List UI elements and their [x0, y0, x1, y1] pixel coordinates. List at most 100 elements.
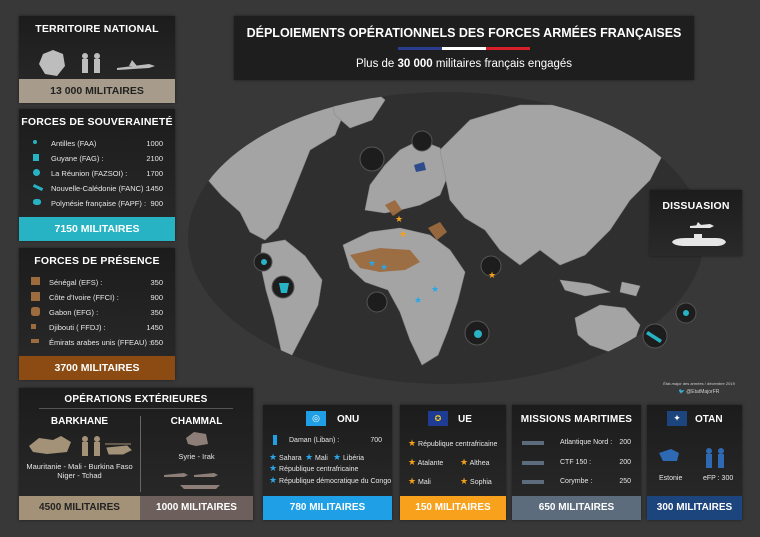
subtitle-strong: 30 000: [397, 58, 433, 70]
subtitle-suffix: militaires français engagés: [432, 58, 573, 70]
barkhane-section: BARKHANE Mauritanie - Mali - Burkina Fas…: [19, 410, 140, 520]
row-label: CTF 150 :: [560, 459, 592, 466]
barkhane-countries: Mauritanie - Mali - Burkina Faso Niger -…: [19, 462, 140, 480]
list-item: ★ Sahara ★ Mali ★ Libéria: [269, 452, 394, 463]
country-icon: [31, 277, 40, 285]
header-panel: DÉPLOIEMENTS OPÉRATIONNELS DES FORCES AR…: [234, 16, 694, 80]
barkhane-countries-line2: Niger - Tchad: [57, 471, 102, 480]
jet-icon: [164, 473, 188, 477]
onu-item: République centrafricaine: [279, 466, 359, 473]
svg-text:★: ★: [431, 285, 439, 295]
otan-title: OTAN: [695, 414, 723, 425]
list-item: ★ Sophia: [460, 476, 492, 487]
ship-icon: [522, 441, 544, 445]
maritimes-title: MISSIONS MARITIMES: [520, 414, 633, 425]
country-icon: [31, 339, 39, 343]
chammal-countries: Syrie - Irak: [178, 452, 215, 461]
list-item: ★ Atalante: [408, 457, 443, 468]
svg-text:★: ★: [368, 259, 376, 269]
page-title: DÉPLOIEMENTS OPÉRATIONNELS DES FORCES AR…: [246, 26, 682, 40]
otan-illustration: [659, 448, 724, 468]
jet-icon: [117, 60, 155, 70]
country-icon: [31, 292, 40, 301]
row-label: Atlantique Nord :: [560, 439, 613, 446]
france-map-icon: [39, 50, 65, 76]
chammal-section: CHAMMAL Syrie - Irak 1000 MILITAIRES: [140, 410, 253, 520]
onu-title: ONU: [337, 414, 360, 425]
row-value: 900: [150, 293, 163, 302]
operations-divider: [39, 408, 233, 409]
un-star-icon: ★: [269, 452, 278, 462]
eu-flag-icon: ✪: [428, 411, 448, 426]
row-label: Antilles (FAA): [51, 139, 97, 148]
soldier-icon: [706, 448, 724, 468]
ue-item: Atalante: [417, 460, 444, 467]
chammal-total: 1000 MILITAIRES: [140, 496, 253, 520]
ship-icon: [522, 480, 544, 484]
row-label: Djibouti ( FFDJ) :: [49, 323, 106, 332]
onu-item: Mali: [315, 455, 328, 462]
estonia-map-icon: [659, 449, 679, 461]
presence-panel: FORCES DE PRÉSENCE Sénégal (EFS) : 350 Cô…: [19, 248, 175, 380]
svg-text:★: ★: [380, 263, 388, 273]
estonie-label: Estonie: [659, 475, 683, 482]
svg-text:★: ★: [488, 271, 496, 281]
row-label: Guyane (FAG) :: [51, 154, 104, 163]
eu-star-icon: ★: [460, 457, 469, 467]
lebanon-icon: [273, 435, 277, 445]
ue-item: Sophia: [470, 479, 492, 486]
row-label: Côte d'Ivoire (FFCI) :: [49, 293, 119, 302]
daman-value: 700: [370, 437, 382, 444]
dissuasion-title: DISSUASION: [662, 200, 730, 212]
territoire-illustration: [39, 50, 155, 76]
ship-icon: [522, 461, 544, 465]
ue-total: 150 MILITAIRES: [400, 496, 506, 520]
country-icon: [31, 324, 36, 329]
island-icon: [33, 169, 40, 176]
ue-item: Althea: [469, 460, 490, 467]
island-icon: [33, 199, 41, 205]
row-value: 200: [619, 439, 631, 446]
row-value: 2100: [146, 154, 163, 163]
barkhane-total: 4500 MILITAIRES: [19, 496, 140, 520]
row-value: 900: [150, 199, 163, 208]
row-label: Sénégal (EFS) :: [49, 278, 103, 287]
row-label: Émirats arabes unis (FFEAU) :: [49, 338, 152, 347]
ue-panel: ✪ UE ★ République centrafricaine ★ Atala…: [400, 405, 506, 520]
country-icon: [31, 307, 40, 316]
island-icon: [33, 154, 39, 161]
row-value: 1000: [146, 139, 163, 148]
row-value: 350: [150, 308, 163, 317]
svg-text:★: ★: [399, 230, 407, 240]
operations-panel: OPÉRATIONS EXTÉRIEURES BARKHANE Mauritan…: [19, 388, 253, 520]
ue-item: Mali: [418, 479, 431, 486]
un-star-icon: ★: [269, 475, 278, 485]
jet-icon: [194, 473, 218, 477]
list-item: ★ République centrafricaine: [269, 463, 394, 475]
list-item: ★ République démocratique du Congo: [269, 475, 394, 487]
soldier-icon: [82, 436, 100, 456]
row-value: 200: [619, 459, 631, 466]
nato-flag-icon: ✦: [667, 411, 687, 426]
un-star-icon: ★: [305, 452, 314, 462]
twitter-icon: 🐦: [678, 389, 685, 395]
credit: État-major des armées / décembre 2019 🐦 …: [654, 381, 744, 395]
eu-star-icon: ★: [408, 438, 417, 448]
un-flag-icon: ◎: [306, 411, 326, 426]
row-value: 650: [150, 338, 163, 347]
onu-item: Sahara: [279, 455, 302, 462]
island-icon: [33, 140, 37, 144]
presence-title: FORCES DE PRÉSENCE: [34, 255, 160, 267]
svg-text:★: ★: [395, 215, 403, 225]
row-label: Nouvelle-Calédonie (FANC) :: [51, 184, 148, 193]
row-value: 1450: [146, 323, 163, 332]
dissuasion-panel: DISSUASION: [650, 190, 742, 256]
credit-handle[interactable]: 🐦 @EtatMajorFR: [654, 389, 744, 395]
eu-star-icon: ★: [408, 457, 417, 467]
territoire-title: TERRITOIRE NATIONAL: [35, 23, 159, 35]
onu-panel: ◎ ONU Daman (Liban) : 700 ★ Sahara ★ Mal…: [263, 405, 392, 520]
maritimes-total: 650 MILITAIRES: [512, 496, 641, 520]
barkhane-countries-line1: Mauritanie - Mali - Burkina Faso: [26, 462, 133, 471]
operations-title: OPÉRATIONS EXTÉRIEURES: [64, 394, 208, 405]
un-star-icon: ★: [269, 463, 278, 473]
